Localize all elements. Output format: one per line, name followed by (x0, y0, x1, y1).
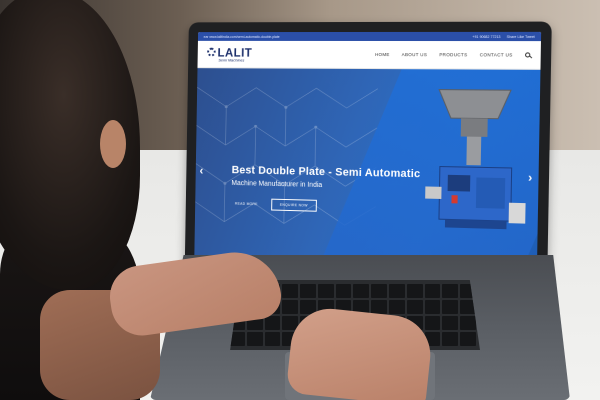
chevron-left-icon[interactable]: ‹ (199, 164, 203, 178)
key (442, 284, 459, 298)
gear-icon (207, 47, 216, 57)
person-ear (100, 120, 126, 168)
main-menu: HOME ABOUT US PRODUCTS CONTACT US (375, 52, 531, 58)
key (424, 316, 441, 330)
key (300, 284, 316, 298)
site-navbar: LALIT Semi Machines HOME ABOUT US PRODUC… (197, 40, 541, 70)
key (424, 300, 441, 314)
key (371, 284, 388, 298)
url-text: ear www.lalitindia.com/semi-automatic-do… (203, 34, 280, 39)
logo-name: LALIT (217, 45, 253, 60)
menu-item-about[interactable]: ABOUT US (402, 52, 428, 57)
key (317, 284, 334, 298)
key (460, 316, 476, 330)
key (246, 332, 263, 346)
chevron-right-icon[interactable]: › (528, 170, 532, 184)
hero-banner: Best Double Plate - Semi Automatic Machi… (194, 68, 541, 272)
laptop-lid: ear www.lalitindia.com/semi-automatic-do… (184, 21, 552, 284)
key (335, 284, 352, 298)
key (442, 300, 459, 314)
site-logo[interactable]: LALIT Semi Machines (207, 45, 253, 63)
key (371, 300, 388, 314)
key (389, 284, 405, 298)
menu-item-contact[interactable]: CONTACT US (480, 52, 513, 57)
key (424, 284, 441, 298)
search-icon[interactable] (525, 52, 531, 58)
laptop-screen: ear www.lalitindia.com/semi-automatic-do… (194, 31, 542, 272)
key (282, 300, 299, 314)
key (442, 332, 459, 346)
menu-item-home[interactable]: HOME (375, 52, 390, 57)
key (264, 332, 281, 346)
machine-image (425, 87, 526, 230)
key (389, 300, 405, 314)
phone-number[interactable]: +91 90682 77213 (472, 34, 500, 38)
key (353, 284, 370, 298)
menu-item-products[interactable]: PRODUCTS (439, 52, 467, 57)
logo-tagline: Semi Machines (218, 57, 245, 63)
key (406, 300, 423, 314)
key (442, 316, 459, 330)
site-topbar: ear www.lalitindia.com/semi-automatic-do… (197, 31, 542, 42)
key (406, 284, 423, 298)
social-links[interactable]: Share Like Tweet (507, 34, 535, 38)
key (460, 332, 476, 346)
key (264, 316, 281, 330)
enquire-now-button[interactable]: ENQUIRE NOW (271, 198, 317, 212)
key (282, 284, 299, 298)
read-more-button[interactable]: READ MORE (231, 199, 262, 210)
